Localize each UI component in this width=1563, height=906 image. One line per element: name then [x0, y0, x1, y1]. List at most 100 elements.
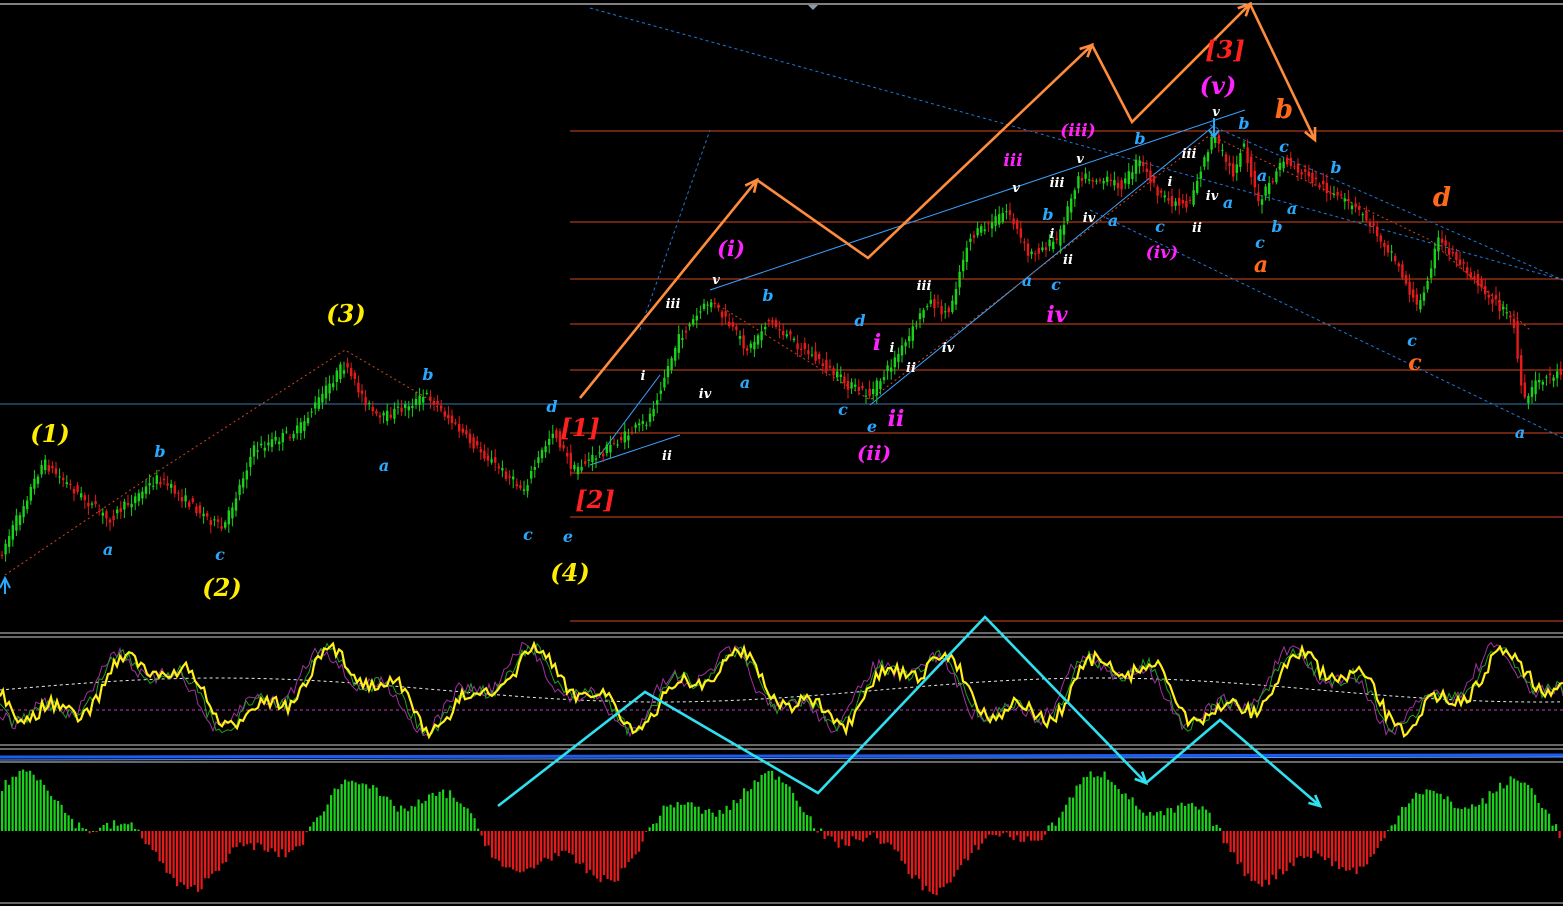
- candle-body: [1120, 180, 1123, 190]
- candle-body: [580, 466, 583, 471]
- wave-label: iv: [1046, 302, 1067, 328]
- candle-body: [1343, 198, 1346, 202]
- wave-label: c: [215, 545, 225, 564]
- histogram-bar: [113, 820, 116, 831]
- candle-body: [479, 449, 482, 453]
- histogram-bar: [718, 809, 721, 831]
- candle-body: [1041, 247, 1044, 251]
- candle-body: [900, 345, 904, 356]
- histogram-bar: [645, 831, 648, 832]
- histogram-bar: [575, 831, 578, 864]
- wave-label: a: [1287, 199, 1297, 218]
- histogram-bar: [172, 831, 175, 878]
- candle-body: [378, 415, 382, 418]
- wave-label: ii: [1063, 253, 1073, 268]
- candle-body: [1246, 147, 1249, 164]
- wave-label: a: [1223, 193, 1233, 212]
- histogram-bar: [883, 831, 886, 844]
- histogram-bar: [1348, 831, 1351, 871]
- histogram-bar: [589, 831, 592, 870]
- histogram-bar: [1107, 779, 1110, 831]
- histogram-bar: [298, 831, 301, 847]
- histogram-bar: [494, 831, 497, 859]
- candle-body: [767, 319, 770, 322]
- histogram-bar: [669, 804, 672, 831]
- candle-body: [1253, 170, 1256, 188]
- candle-body: [774, 320, 778, 327]
- candle-body: [1383, 242, 1386, 247]
- histogram-bar: [99, 827, 102, 831]
- candle-body: [270, 439, 274, 448]
- candle-body: [857, 387, 860, 392]
- candle-body: [760, 331, 763, 341]
- histogram-bar: [134, 828, 137, 831]
- histogram-bar: [1247, 831, 1250, 874]
- histogram-bar: [466, 808, 469, 831]
- wave-label: v: [1076, 152, 1084, 167]
- histogram-bar: [431, 792, 434, 831]
- candle-body: [22, 506, 25, 518]
- wave-label: a: [379, 456, 389, 475]
- candle-body: [173, 485, 176, 494]
- candle-body: [839, 374, 842, 378]
- histogram-bar: [904, 831, 907, 864]
- candle-body: [753, 341, 756, 350]
- candle-body: [62, 477, 65, 481]
- candle-body: [681, 338, 684, 340]
- candle-body: [425, 392, 428, 394]
- wave-label: ii: [888, 406, 905, 432]
- histogram-bar: [1166, 808, 1169, 831]
- candle-body: [972, 235, 976, 238]
- candle-body: [544, 446, 547, 453]
- candle-body: [1466, 267, 1469, 274]
- histogram-bar: [571, 831, 574, 855]
- candle-body: [965, 247, 968, 262]
- histogram-bar: [1481, 798, 1484, 831]
- histogram-bar: [120, 824, 123, 831]
- histogram-bar: [683, 804, 686, 831]
- histogram-bar: [372, 785, 375, 831]
- candle-body: [1196, 180, 1199, 193]
- histogram-bar: [1254, 831, 1257, 881]
- histogram-bar: [130, 822, 133, 831]
- histogram-bar: [823, 831, 826, 839]
- histogram-bar: [1037, 831, 1040, 841]
- candle-body: [1210, 136, 1213, 150]
- histogram-bar: [1467, 808, 1470, 831]
- histogram-bar: [1128, 799, 1131, 831]
- candle-body: [1289, 157, 1292, 166]
- histogram-bar: [1306, 831, 1309, 857]
- histogram-bar: [480, 831, 483, 836]
- histogram-bar: [872, 831, 875, 833]
- candle-body: [807, 350, 810, 355]
- candle-body: [735, 326, 738, 331]
- wave-label: b: [1330, 158, 1341, 177]
- histogram-bar: [1100, 777, 1103, 831]
- candle-body: [72, 489, 76, 494]
- histogram-bar: [1390, 825, 1393, 831]
- histogram-bar: [337, 789, 340, 831]
- candle-body: [454, 422, 457, 424]
- oscillator-line: [0, 640, 1563, 740]
- candle-body: [551, 433, 554, 439]
- histogram-bar: [1208, 812, 1211, 831]
- candle-body: [101, 512, 104, 516]
- histogram-bar: [277, 831, 280, 858]
- candle-body: [285, 431, 288, 433]
- histogram-bar: [760, 774, 763, 831]
- wave-label: c: [1408, 350, 1422, 376]
- histogram-bar: [1061, 811, 1064, 831]
- candle-body: [400, 407, 403, 412]
- candle-body: [1300, 172, 1303, 175]
- candle-body: [1106, 176, 1109, 182]
- histogram-bar: [309, 826, 312, 831]
- candle-body: [54, 468, 58, 474]
- candle-body: [548, 438, 551, 445]
- candle-body: [695, 315, 698, 321]
- histogram-bar: [739, 799, 742, 831]
- candle-body: [1170, 196, 1174, 207]
- histogram-bar: [211, 831, 214, 874]
- histogram-bar: [1471, 804, 1474, 831]
- histogram-bar: [729, 809, 732, 831]
- candle-body: [1034, 253, 1037, 255]
